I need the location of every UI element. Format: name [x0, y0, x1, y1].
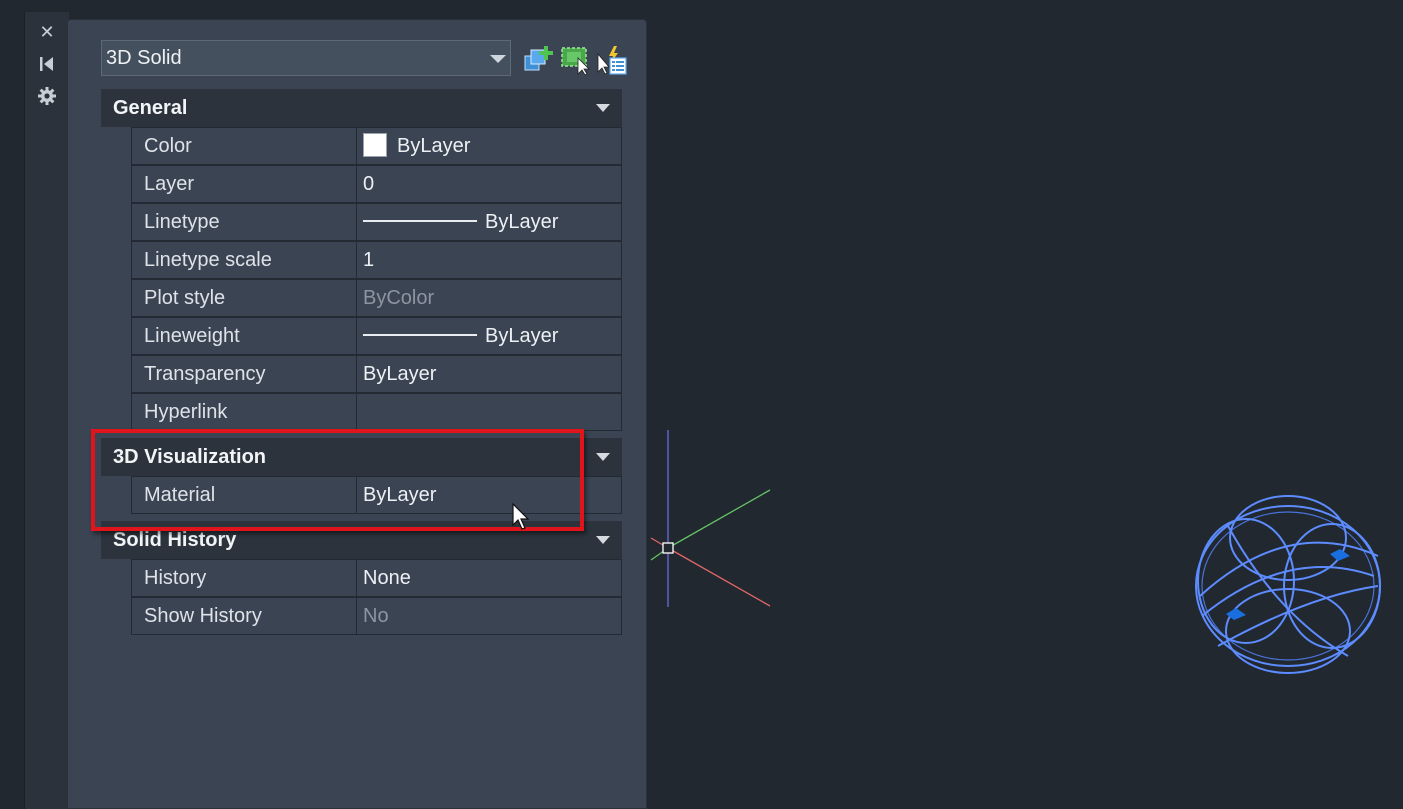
gear-icon[interactable] [37, 86, 57, 106]
linetype-value-text: ByLayer [485, 211, 559, 233]
object-type-value: 3D Solid [106, 47, 182, 69]
property-row-transparency: Transparency ByLayer [131, 355, 622, 393]
toggle-pickadd-icon [524, 46, 553, 71]
property-label: Show History [131, 597, 357, 635]
property-value-show-history: No [356, 597, 622, 635]
section-general-title: General [113, 97, 188, 119]
mouse-cursor-icon [512, 503, 530, 530]
collapse-arrow-icon[interactable] [596, 453, 610, 461]
property-label: History [131, 559, 357, 597]
section-3d-visualization-header[interactable]: 3D Visualization [101, 438, 622, 476]
property-row-linetype-scale: Linetype scale 1 [131, 241, 622, 279]
property-label: Transparency [131, 355, 357, 393]
chevron-down-icon [490, 55, 506, 63]
property-row-show-history: Show History No [131, 597, 622, 635]
property-label: Linetype [131, 203, 357, 241]
property-label: Layer [131, 165, 357, 203]
collapse-arrow-icon[interactable] [596, 536, 610, 544]
collapse-arrow-icon[interactable] [596, 104, 610, 112]
section-solid-history-header[interactable]: Solid History [101, 521, 622, 559]
property-row-lineweight: Lineweight ByLayer [131, 317, 622, 355]
color-swatch-icon [363, 132, 387, 157]
palette-title-strip: ✕ [24, 12, 69, 809]
3d-solid-wireframe[interactable] [1188, 486, 1388, 682]
close-icon[interactable]: ✕ [37, 22, 57, 42]
section-3d-visualization-title: 3D Visualization [113, 446, 267, 468]
property-value-plot-style: ByColor [356, 279, 622, 317]
property-row-material: Material ByLayer [131, 476, 622, 514]
property-row-plot-style: Plot style ByColor [131, 279, 622, 317]
property-row-linetype: Linetype ByLayer [131, 203, 622, 241]
ucs-axes-icon [650, 430, 771, 607]
app-window: ✕ 3D Solid General Color ByLayer Layer 0… [0, 0, 1403, 809]
section-general-header[interactable]: General [101, 89, 622, 127]
lineweight-value-text: ByLayer [485, 325, 559, 347]
properties-palette: 3D Solid General Color ByLayer Layer 0 L… [67, 19, 647, 809]
linetype-sample-icon [363, 220, 477, 223]
property-value-linetype[interactable]: ByLayer [356, 203, 622, 241]
property-label: Color [131, 127, 357, 165]
lineweight-sample-icon [363, 334, 477, 337]
auto-hide-icon[interactable] [37, 54, 57, 74]
property-value-hyperlink[interactable] [356, 393, 622, 431]
property-row-hyperlink: Hyperlink [131, 393, 622, 431]
property-row-history: History None [131, 559, 622, 597]
toggle-pickadd-button[interactable] [523, 44, 555, 76]
property-label: Plot style [131, 279, 357, 317]
property-row-color: Color ByLayer [131, 127, 622, 165]
property-value-material[interactable]: ByLayer [356, 476, 622, 514]
quick-select-button[interactable] [596, 44, 628, 76]
quick-select-icon [597, 46, 627, 75]
color-value-text: ByLayer [397, 135, 471, 157]
section-solid-history-title: Solid History [113, 529, 237, 551]
select-objects-icon [561, 47, 590, 76]
property-value-transparency[interactable]: ByLayer [356, 355, 622, 393]
property-label: Hyperlink [131, 393, 357, 431]
object-type-dropdown[interactable]: 3D Solid [101, 40, 511, 76]
select-objects-button[interactable] [560, 44, 592, 76]
property-row-layer: Layer 0 [131, 165, 622, 203]
property-value-linetype-scale[interactable]: 1 [356, 241, 622, 279]
property-value-layer[interactable]: 0 [356, 165, 622, 203]
property-value-color[interactable]: ByLayer [356, 127, 622, 165]
property-label: Linetype scale [131, 241, 357, 279]
property-value-history[interactable]: None [356, 559, 622, 597]
property-label: Material [131, 476, 357, 514]
property-value-lineweight[interactable]: ByLayer [356, 317, 622, 355]
property-label: Lineweight [131, 317, 357, 355]
